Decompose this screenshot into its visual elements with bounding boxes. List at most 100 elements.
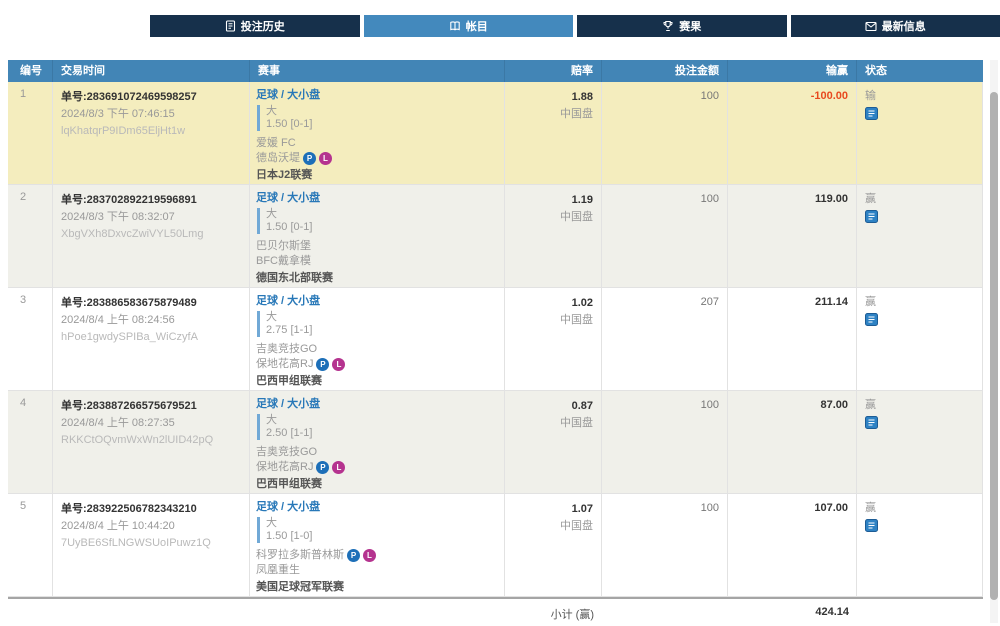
table-row[interactable]: 4 单号:283887266575679521 2024/8/4 上午 08:2…	[8, 391, 983, 494]
odds-cell: 1.02 中国盘	[505, 288, 602, 390]
parlay-badge: P	[316, 461, 329, 474]
selection: 大	[266, 105, 498, 118]
selection: 大	[266, 414, 498, 427]
note-icon[interactable]	[865, 107, 878, 120]
tab-bet-history[interactable]: 投注历史	[150, 15, 360, 37]
market-link[interactable]: 足球 / 大小盘	[256, 88, 320, 102]
subtotal-value: 424.14	[728, 599, 857, 626]
header-stake: 投注金额	[602, 60, 728, 82]
status-cell: 赢	[857, 185, 983, 287]
status-text: 赢	[865, 193, 974, 206]
result-cell: -100.00	[728, 82, 857, 184]
away-team: 德岛沃堤	[256, 151, 300, 166]
table-row[interactable]: 3 单号:283886583675879489 2024/8/4 上午 08:2…	[8, 288, 983, 391]
tab-latest-info[interactable]: 最新信息	[791, 15, 1000, 37]
status-cell: 输	[857, 82, 983, 184]
odds-cell: 1.88 中国盘	[505, 82, 602, 184]
tab-label: 帐目	[466, 18, 488, 34]
league-name: 日本J2联赛	[256, 169, 498, 182]
away-team: 凤凰重生	[256, 563, 300, 578]
header-number: 编号	[8, 60, 53, 82]
status-cell: 赢	[857, 391, 983, 493]
order-number: 单号:283886583675879489	[61, 296, 241, 310]
market-link[interactable]: 足球 / 大小盘	[256, 294, 320, 308]
table-row[interactable]: 5 单号:283922506782343210 2024/8/4 上午 10:4…	[8, 494, 983, 597]
result-value: 211.14	[815, 296, 848, 308]
selection-block: 大 1.50 [0-1]	[257, 105, 498, 131]
league-name: 巴西甲组联赛	[256, 375, 498, 388]
transaction-cell: 单号:283691072469598257 2024/8/3 下午 07:46:…	[53, 82, 250, 184]
away-team: 保地花高RJ	[256, 357, 313, 372]
odds-value: 1.88	[513, 90, 593, 104]
result-value: 119.00	[815, 193, 848, 205]
note-icon[interactable]	[865, 416, 878, 429]
header-odds: 赔率	[505, 60, 602, 82]
row-number: 3	[8, 288, 53, 390]
parlay-badge: P	[347, 549, 360, 562]
home-team-line: 吉奥竞技GO	[256, 342, 498, 357]
transaction-time: 2024/8/4 上午 08:24:56	[61, 313, 241, 327]
tab-label: 最新信息	[882, 18, 926, 34]
league-name: 巴西甲组联赛	[256, 478, 498, 491]
message-icon	[865, 21, 877, 32]
header-status: 状态	[857, 60, 983, 82]
note-icon[interactable]	[865, 313, 878, 326]
market-link[interactable]: 足球 / 大小盘	[256, 397, 320, 411]
live-badge: L	[319, 152, 332, 165]
top-nav: 投注历史 帐目 赛果 最新信息	[150, 15, 1000, 37]
home-team-line: 巴贝尔斯堡	[256, 239, 498, 254]
transaction-time: 2024/8/4 上午 10:44:20	[61, 519, 241, 533]
note-icon[interactable]	[865, 210, 878, 223]
subtotal-row: 小计 (赢) 424.14	[8, 597, 983, 626]
transaction-token: hPoe1gwdySPIBa_WiCzyfA	[61, 330, 241, 344]
market-link[interactable]: 足球 / 大小盘	[256, 500, 320, 514]
transaction-token: RKKCtOQvmWxWn2lUID42pQ	[61, 433, 241, 447]
table-row[interactable]: 1 单号:283691072469598257 2024/8/3 下午 07:4…	[8, 82, 983, 185]
tab-results[interactable]: 赛果	[577, 15, 787, 37]
scrollbar[interactable]	[990, 60, 998, 623]
transaction-time: 2024/8/3 下午 07:46:15	[61, 107, 241, 121]
away-team: BFC戴拿模	[256, 254, 311, 269]
results-icon	[662, 20, 674, 32]
transaction-token: lqKhatqrP9IDm65EljHt1w	[61, 124, 241, 138]
ledger-icon	[449, 20, 461, 32]
result-value: -100.00	[811, 90, 848, 102]
note-icon[interactable]	[865, 519, 878, 532]
away-team-line: 保地花高RJ P L	[256, 460, 498, 475]
odds-line: 2.50 [1-1]	[266, 427, 498, 440]
header-transaction-time: 交易时间	[53, 60, 250, 82]
market-link[interactable]: 足球 / 大小盘	[256, 191, 320, 205]
scrollbar-thumb[interactable]	[990, 92, 998, 600]
home-team: 巴贝尔斯堡	[256, 239, 311, 254]
parlay-badge: P	[303, 152, 316, 165]
history-icon	[225, 20, 236, 32]
status-text: 输	[865, 90, 974, 103]
odds-line: 1.50 [0-1]	[266, 221, 498, 234]
away-team-line: BFC戴拿模	[256, 254, 498, 269]
tab-ledger[interactable]: 帐目	[364, 15, 574, 37]
transaction-token: XbgVXh8DxvcZwiVYL50Lmg	[61, 227, 241, 241]
row-number: 1	[8, 82, 53, 184]
stake-cell: 100	[602, 494, 728, 596]
order-number: 单号:283922506782343210	[61, 502, 241, 516]
odds-cell: 0.87 中国盘	[505, 391, 602, 493]
odds-type: 中国盘	[513, 210, 593, 224]
selection-block: 大 1.50 [0-1]	[257, 208, 498, 234]
transaction-cell: 单号:283887266575679521 2024/8/4 上午 08:27:…	[53, 391, 250, 493]
selection: 大	[266, 208, 498, 221]
table-row[interactable]: 2 单号:283702892219596891 2024/8/3 下午 08:3…	[8, 185, 983, 288]
odds-line: 2.75 [1-1]	[266, 324, 498, 337]
table-header-row: 编号 交易时间 赛事 赔率 投注金额 输赢 状态	[8, 60, 983, 82]
odds-value: 0.87	[513, 399, 593, 413]
transaction-time: 2024/8/3 下午 08:32:07	[61, 210, 241, 224]
league-name: 美国足球冠军联赛	[256, 581, 498, 594]
status-cell: 赢	[857, 494, 983, 596]
status-text: 赢	[865, 502, 974, 515]
home-team: 爱媛 FC	[256, 136, 296, 151]
home-team: 科罗拉多斯普林斯	[256, 548, 344, 563]
row-number: 5	[8, 494, 53, 596]
transaction-cell: 单号:283702892219596891 2024/8/3 下午 08:32:…	[53, 185, 250, 287]
result-cell: 87.00	[728, 391, 857, 493]
away-team-line: 德岛沃堤 P L	[256, 151, 498, 166]
stake-cell: 207	[602, 288, 728, 390]
